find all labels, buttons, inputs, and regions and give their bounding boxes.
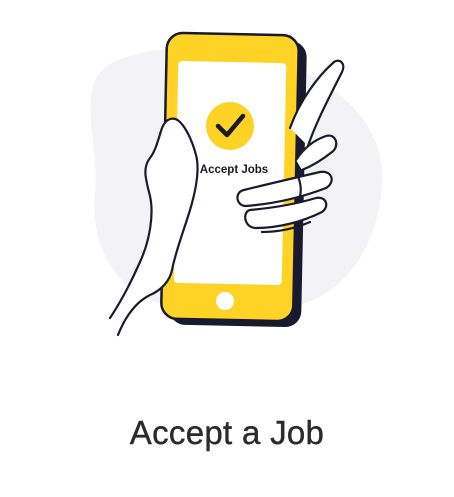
phone-home-button [216,292,234,310]
phone-screen-label: Accept Jobs [200,164,268,176]
check-circle-icon [206,102,254,150]
page-title: Accept a Job [129,414,325,451]
onboarding-screen: Accept Jobs Accept a Job [0,0,454,497]
accept-jobs-illustration: Accept Jobs [90,31,383,337]
